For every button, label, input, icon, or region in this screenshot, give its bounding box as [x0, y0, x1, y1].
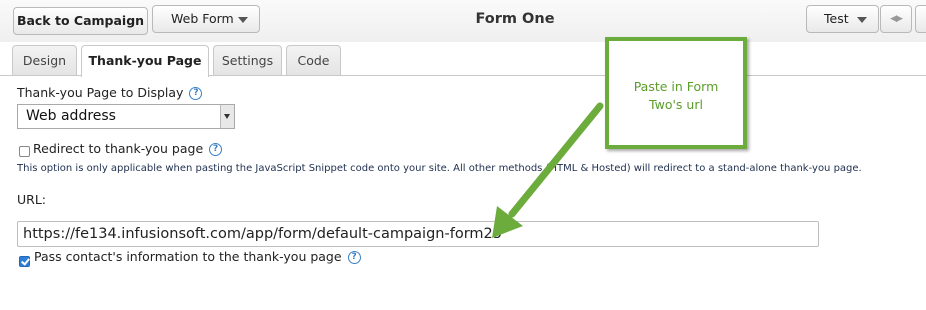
- annotation-callout: Paste in Form Two's url: [605, 37, 747, 149]
- callout-arrow: [492, 102, 604, 238]
- callout-line-2: Two's url: [649, 97, 703, 112]
- callout-line-1: Paste in Form: [633, 79, 719, 94]
